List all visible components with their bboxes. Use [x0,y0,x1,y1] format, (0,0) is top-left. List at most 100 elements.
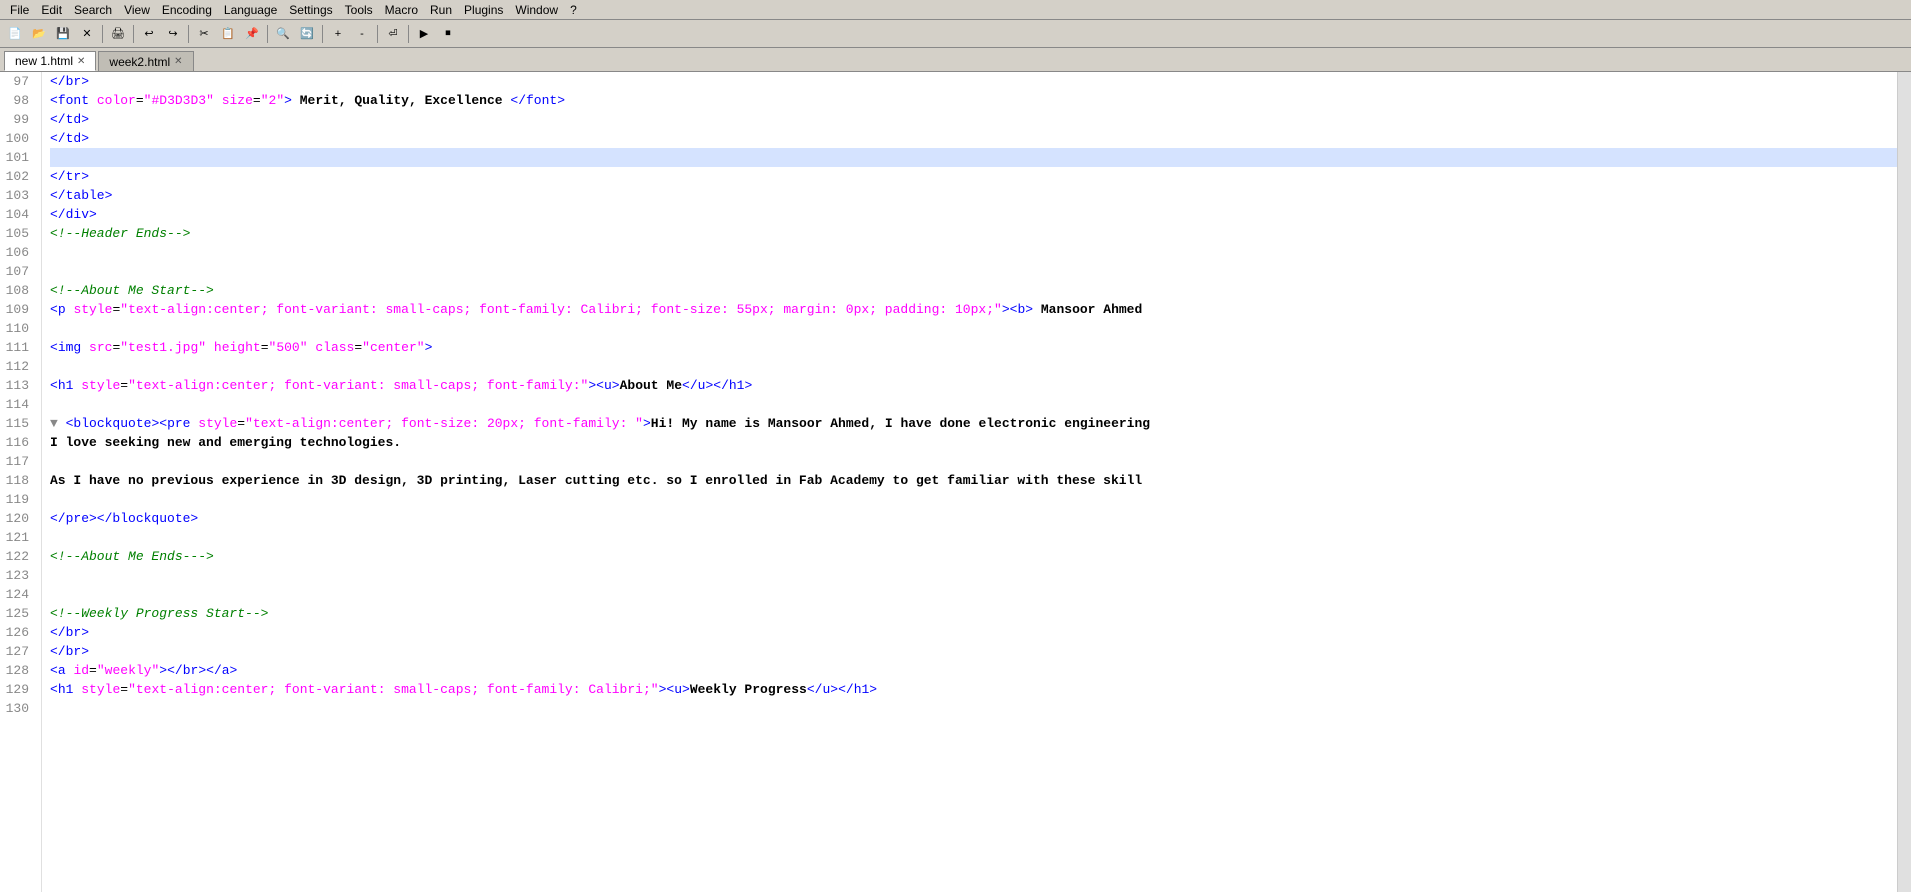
code-line-124[interactable] [50,585,1897,604]
code-line-103[interactable]: </table> [50,186,1897,205]
line-num-126: 126 [0,623,35,642]
line-numbers: 9798991001011021031041051061071081091101… [0,72,42,892]
sep4 [267,25,268,43]
code-line-119[interactable] [50,490,1897,509]
menu-plugins[interactable]: Plugins [458,2,509,18]
sep1 [102,25,103,43]
code-line-128[interactable]: <a id="weekly"></br></a> [50,661,1897,680]
code-line-113[interactable]: <h1 style="text-align:center; font-varia… [50,376,1897,395]
menu-search[interactable]: Search [68,2,118,18]
code-line-127[interactable]: </br> [50,642,1897,661]
code-line-100[interactable]: </td> [50,129,1897,148]
code-line-105[interactable]: <!--Header Ends--> [50,224,1897,243]
code-line-118[interactable]: As I have no previous experience in 3D d… [50,471,1897,490]
menu-edit[interactable]: Edit [35,2,68,18]
code-line-123[interactable] [50,566,1897,585]
menu-window[interactable]: Window [509,2,564,18]
code-line-126[interactable]: </br> [50,623,1897,642]
line-num-104: 104 [0,205,35,224]
zoom-out-btn[interactable]: - [351,23,373,45]
line-num-108: 108 [0,281,35,300]
menu-macro[interactable]: Macro [379,2,424,18]
code-line-120[interactable]: </pre></blockquote> [50,509,1897,528]
macro-btn[interactable]: ▶ [413,23,435,45]
code-line-107[interactable] [50,262,1897,281]
code-line-111[interactable]: <img src="test1.jpg" height="500" class=… [50,338,1897,357]
code-line-114[interactable] [50,395,1897,414]
code-line-106[interactable] [50,243,1897,262]
paste-btn[interactable]: 📌 [241,23,263,45]
new-btn[interactable]: 📄 [4,23,26,45]
tab-new1[interactable]: new 1.html ✕ [4,51,96,71]
code-line-110[interactable] [50,319,1897,338]
fold-marker[interactable]: ▼ [50,416,66,431]
line-num-109: 109 [0,300,35,319]
code-line-115[interactable]: ▼ <blockquote><pre style="text-align:cen… [50,414,1897,433]
line-num-127: 127 [0,642,35,661]
sep6 [377,25,378,43]
code-line-129[interactable]: <h1 style="text-align:center; font-varia… [50,680,1897,699]
code-line-121[interactable] [50,528,1897,547]
code-area[interactable]: </br><font color="#D3D3D3" size="2"> Mer… [42,72,1897,892]
line-num-110: 110 [0,319,35,338]
cut-btn[interactable]: ✂ [193,23,215,45]
code-line-122[interactable]: <!--About Me Ends---> [50,547,1897,566]
stop-btn[interactable]: ⏹ [437,23,459,45]
save-btn[interactable]: 💾 [52,23,74,45]
tab-week2-close[interactable]: ✕ [174,56,182,67]
line-num-123: 123 [0,566,35,585]
line-num-101: 101 [0,148,35,167]
sep7 [408,25,409,43]
find-btn[interactable]: 🔍 [272,23,294,45]
wrap-btn[interactable]: ⏎ [382,23,404,45]
line-num-130: 130 [0,699,35,718]
code-line-116[interactable]: I love seeking new and emerging technolo… [50,433,1897,452]
menu-help[interactable]: ? [564,2,583,18]
tab-week2[interactable]: week2.html ✕ [98,51,193,71]
print-btn[interactable]: 🖨 [107,23,129,45]
scrollbar-vertical[interactable] [1897,72,1911,892]
menu-file[interactable]: File [4,2,35,18]
code-line-98[interactable]: <font color="#D3D3D3" size="2"> Merit, Q… [50,91,1897,110]
code-line-97[interactable]: </br> [50,72,1897,91]
line-num-116: 116 [0,433,35,452]
code-line-130[interactable] [50,699,1897,718]
line-num-125: 125 [0,604,35,623]
code-line-102[interactable]: </tr> [50,167,1897,186]
open-btn[interactable]: 📂 [28,23,50,45]
line-num-100: 100 [0,129,35,148]
line-num-107: 107 [0,262,35,281]
menu-settings[interactable]: Settings [283,2,338,18]
code-line-101[interactable] [50,148,1897,167]
code-line-104[interactable]: </div> [50,205,1897,224]
redo-btn[interactable]: ↪ [162,23,184,45]
replace-btn[interactable]: 🔄 [296,23,318,45]
code-line-112[interactable] [50,357,1897,376]
code-line-125[interactable]: <!--Weekly Progress Start--> [50,604,1897,623]
code-line-108[interactable]: <!--About Me Start--> [50,281,1897,300]
menu-language[interactable]: Language [218,2,283,18]
tab-new1-close[interactable]: ✕ [77,56,85,67]
code-line-99[interactable]: </td> [50,110,1897,129]
line-num-115: 115 [0,414,35,433]
line-num-122: 122 [0,547,35,566]
menu-run[interactable]: Run [424,2,458,18]
line-num-99: 99 [0,110,35,129]
sep5 [322,25,323,43]
tab-week2-label: week2.html [109,55,170,69]
menu-tools[interactable]: Tools [339,2,379,18]
copy-btn[interactable]: 📋 [217,23,239,45]
line-num-97: 97 [0,72,35,91]
undo-btn[interactable]: ↩ [138,23,160,45]
code-line-109[interactable]: <p style="text-align:center; font-varian… [50,300,1897,319]
line-num-113: 113 [0,376,35,395]
code-line-117[interactable] [50,452,1897,471]
line-num-111: 111 [0,338,35,357]
close-btn[interactable]: ✕ [76,23,98,45]
menu-encoding[interactable]: Encoding [156,2,218,18]
sep3 [188,25,189,43]
tab-new1-label: new 1.html [15,54,73,68]
tabs-bar: new 1.html ✕ week2.html ✕ [0,48,1911,72]
menu-view[interactable]: View [118,2,156,18]
zoom-in-btn[interactable]: + [327,23,349,45]
